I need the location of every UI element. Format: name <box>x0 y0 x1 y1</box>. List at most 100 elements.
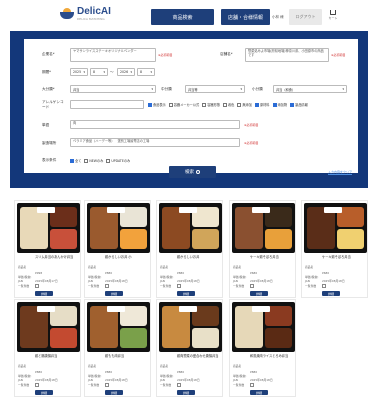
store-name-input[interactable]: 惣菜処みよ市場(府県地場)神奈川県、小田原市の商品です <box>245 48 329 62</box>
nav-store-info-button[interactable]: 店舗・合様情報 <box>221 9 270 25</box>
detail-button[interactable]: 詳細 <box>177 390 195 395</box>
detail-button[interactable]: 詳細 <box>250 390 268 395</box>
product-name[interactable]: 鶏からしいお弁 小 <box>105 255 149 259</box>
product-name-input[interactable]: ヤマサンライスステーキオリジナルベンダー <box>70 48 156 62</box>
product-price: ¥880 <box>105 370 113 374</box>
check-1[interactable] <box>168 102 173 107</box>
product-name[interactable]: 和風焼肉ライスとろみ弁当 <box>250 354 294 358</box>
cart-label: カート <box>328 16 338 20</box>
chevron-down-icon: ▾ <box>150 70 152 74</box>
small-category-value: 弁当（和食） <box>276 87 296 92</box>
product-card[interactable]: 鶏からしいお弁 小商品名 ¥880 単価(税抜) JAN 2025年08月18日 一覧件数… <box>84 200 151 298</box>
period-month-from-select[interactable]: 8 ▾ <box>90 68 108 76</box>
bento-image[interactable] <box>17 302 80 352</box>
meta-jan-label: JAN <box>160 279 165 283</box>
keyword-input[interactable]: 肉 <box>70 120 240 129</box>
detail-button[interactable]: 詳細 <box>322 291 340 296</box>
product-name[interactable]: ケーキ鶏そぼろ弁当 <box>250 255 294 259</box>
bento-image[interactable] <box>232 302 295 352</box>
bento-image[interactable] <box>87 302 150 352</box>
mid-category-select[interactable]: 弁当等 ▾ <box>185 85 245 93</box>
period-separator: 〜 <box>110 70 114 74</box>
meta-price-label: 商品名 <box>160 364 169 368</box>
product-name[interactable]: 鶏と豚唐揚弁当 <box>35 354 79 358</box>
mid-category-value: 弁当等 <box>188 87 198 92</box>
search-icon <box>196 170 200 174</box>
cart-button[interactable]: カート <box>327 10 339 20</box>
check-6[interactable] <box>272 102 277 107</box>
product-name[interactable]: ケーキ鶏そぼろ弁当 <box>322 255 366 259</box>
bento-image[interactable] <box>232 203 295 253</box>
display-opt-2[interactable] <box>106 158 111 163</box>
product-checkbox[interactable] <box>177 383 181 387</box>
period-year-to-select[interactable]: 2026 ▾ <box>117 68 135 76</box>
product-price: ¥998 <box>35 271 43 275</box>
product-date: 2025年08月18日 <box>105 378 128 382</box>
user-name: 小林 様 <box>272 15 284 19</box>
product-card[interactable]: ケーキ鶏そぼろ弁当 商品名 ¥680 単価(税抜) JAN 2025年08月18日 一覧件数… <box>301 200 368 298</box>
delicai-logo[interactable]: DelicAI DELICA MATCHING <box>60 7 111 21</box>
detail-button[interactable]: 詳細 <box>250 291 268 296</box>
product-checkbox[interactable] <box>105 284 109 288</box>
check-label-1: 容器メーカー公式 <box>173 103 200 107</box>
product-name[interactable]: スリム弁当のあんかけ弁当 <box>35 255 79 259</box>
check-2[interactable] <box>202 102 207 107</box>
bento-image[interactable] <box>17 203 80 253</box>
product-checkbox[interactable] <box>250 383 254 387</box>
bento-image[interactable] <box>304 203 367 253</box>
product-price: ¥880 <box>177 271 185 275</box>
display-opt-0[interactable] <box>70 158 74 163</box>
small-category-select[interactable]: 弁当（和食） ▾ <box>273 85 347 93</box>
meta-flag-label: 一覧件数 <box>233 284 245 288</box>
check-3[interactable] <box>223 102 227 107</box>
product-card[interactable]: スリム弁当のあんかけ弁当 商品名 ¥998 単価(税抜) JAN 2025年08月17日一… <box>14 200 81 298</box>
check-0[interactable] <box>148 102 152 107</box>
allergy-input[interactable] <box>70 100 144 109</box>
product-checkbox[interactable] <box>250 284 254 288</box>
product-card[interactable]: 鶏もも肉弁当 商品名 ¥880 単価(税抜) JAN 2025年08月18日 一覧件数 詳細 <box>84 299 151 397</box>
keyword-label: 単語 <box>42 123 50 127</box>
clear-link[interactable]: 入力内容をクリア <box>328 170 352 174</box>
display-options: 全て NEWのみ UPDATEのみ <box>70 158 133 163</box>
check-7[interactable] <box>290 102 295 107</box>
bento-logo-icon <box>60 8 74 20</box>
product-name[interactable]: 鶏肉惣菜の盛合わせ唐揚弁当 <box>177 354 221 358</box>
bento-image[interactable] <box>87 203 150 253</box>
check-5[interactable] <box>254 102 259 107</box>
nav-product-search-button[interactable]: 商品検索 <box>151 9 214 25</box>
product-card[interactable]: 鶏からしいお弁 商品名 ¥880 単価(税抜) JAN 2025年08月18日 一覧件数 詳細 <box>156 200 223 298</box>
category-select[interactable]: 弁当 ▾ <box>70 85 156 93</box>
small-category-label: 小分類 <box>252 87 263 91</box>
meta-price-label: 商品名 <box>305 265 314 269</box>
product-card[interactable]: 鶏肉惣菜の盛合わせ唐揚弁当 商品名 ¥880 単価(税抜) JAN 2025年08月18日… <box>156 299 223 397</box>
product-card[interactable]: 和風焼肉ライスとろみ弁当 商品名 ¥880 単価(税抜) JAN 2025年08月18日一… <box>229 299 296 397</box>
detail-button[interactable]: 詳細 <box>105 390 123 395</box>
bento-image[interactable] <box>159 203 222 253</box>
product-checkbox[interactable] <box>35 383 39 387</box>
product-name[interactable]: 鶏もも肉弁当 <box>105 354 149 358</box>
display-opt-1[interactable] <box>84 158 89 163</box>
area-input[interactable]: ベラミア食品（ハーデー等） 選別工場最寄店の工場 <box>70 138 240 147</box>
mid-category-label: 中分類 <box>161 87 172 91</box>
product-checkbox[interactable] <box>35 284 39 288</box>
detail-button[interactable]: 詳細 <box>177 291 195 296</box>
meta-price-label: 商品名 <box>18 265 27 269</box>
detail-button[interactable]: 詳細 <box>105 291 123 296</box>
product-date: 2025年08月18日 <box>177 378 200 382</box>
product-name[interactable]: 鶏からしいお弁 <box>177 255 221 259</box>
product-checkbox[interactable] <box>177 284 181 288</box>
check-4[interactable] <box>237 102 242 107</box>
category-value: 弁当 <box>73 87 80 92</box>
logout-button[interactable]: ログアウト <box>289 9 322 25</box>
bento-image[interactable] <box>159 302 222 352</box>
period-year-from-select[interactable]: 2025 ▾ <box>70 68 88 76</box>
detail-button[interactable]: 詳細 <box>35 291 53 296</box>
period-month-to-select[interactable]: 8 ▾ <box>137 68 155 76</box>
search-panel: 企業名* ヤマサンライスステーキオリジナルベンダー ※必須項目 店舗名* 惣菜処… <box>10 31 368 188</box>
product-checkbox[interactable] <box>322 284 326 288</box>
search-button[interactable]: 検索 <box>169 166 216 178</box>
product-card[interactable]: 鶏と豚唐揚弁当 商品名 ¥880 単価(税抜) JAN 2025年08月18日 一覧件数 詳細 <box>14 299 81 397</box>
detail-button[interactable]: 詳細 <box>35 390 53 395</box>
product-checkbox[interactable] <box>105 383 109 387</box>
product-card[interactable]: ケーキ鶏そぼろ弁当 商品名 ¥680 単価(税抜) JAN 2025年08月18日 一覧件数… <box>229 200 296 298</box>
